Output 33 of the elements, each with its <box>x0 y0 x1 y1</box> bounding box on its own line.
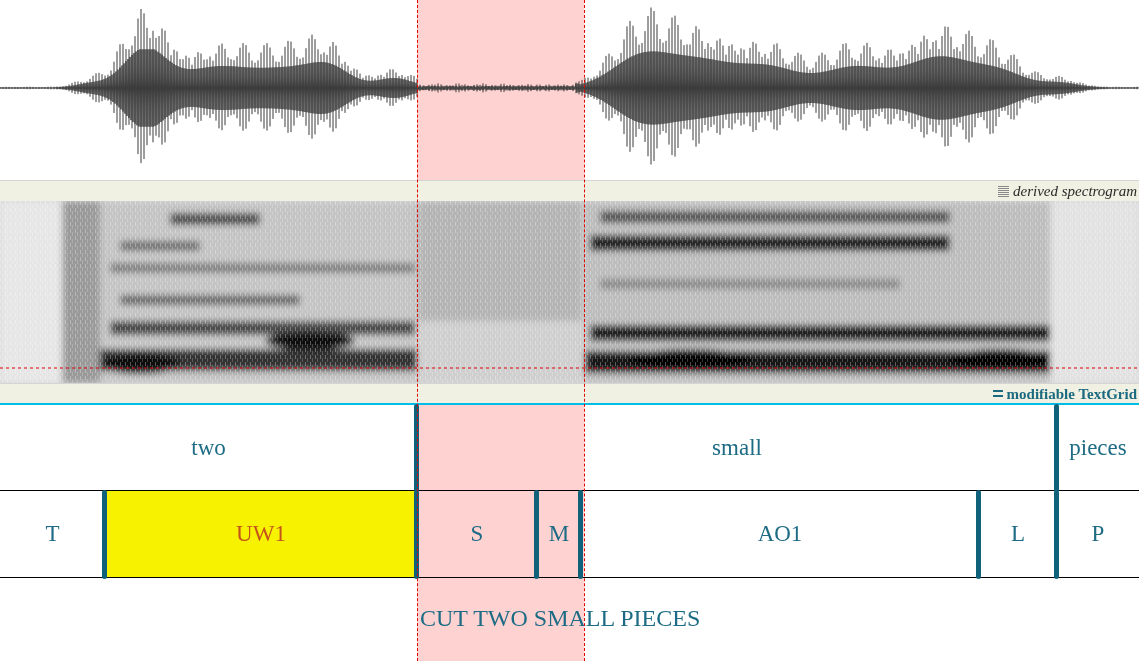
tier-interval[interactable]: AO1 <box>581 491 979 577</box>
interval-label: AO1 <box>757 521 803 547</box>
interval-label: small <box>712 434 762 461</box>
textgrid-label: modifiable TextGrid <box>1006 384 1137 403</box>
interval-label: L <box>1010 521 1026 547</box>
tier-interval[interactable]: pieces <box>1057 405 1139 490</box>
tier-interval[interactable]: T <box>0 491 105 577</box>
tier-interval[interactable]: two <box>0 405 417 490</box>
boundary-line[interactable] <box>414 404 419 492</box>
tier-interval[interactable]: small <box>417 405 1057 490</box>
tier-interval[interactable]: UW1 <box>105 491 417 577</box>
grid-icon <box>998 185 1009 197</box>
transcript-text: CUT TWO SMALL PIECES <box>420 603 701 632</box>
interval-label: pieces <box>1069 434 1127 461</box>
boundary-line[interactable] <box>578 490 583 579</box>
boundary-line[interactable] <box>1054 404 1059 492</box>
boundary-line[interactable] <box>102 490 107 579</box>
boundary-line[interactable] <box>1054 490 1059 579</box>
interval-label: M <box>548 521 570 547</box>
tier-interval[interactable]: M <box>537 491 581 577</box>
spectrogram-label: derived spectrogram <box>1013 182 1137 200</box>
boundary-line[interactable] <box>414 490 419 579</box>
tier-interval[interactable]: P <box>1057 491 1139 577</box>
tier-interval[interactable]: S <box>417 491 537 577</box>
tier-interval[interactable]: L <box>979 491 1057 577</box>
boundary-line[interactable] <box>976 490 981 579</box>
interval-label: S <box>470 521 484 547</box>
interval-label: two <box>191 434 226 461</box>
interval-label: UW1 <box>236 521 286 547</box>
double-dash-icon <box>992 390 1003 397</box>
boundary-line[interactable] <box>534 490 539 579</box>
interval-label: P <box>1091 521 1105 547</box>
interval-label: T <box>45 521 60 547</box>
